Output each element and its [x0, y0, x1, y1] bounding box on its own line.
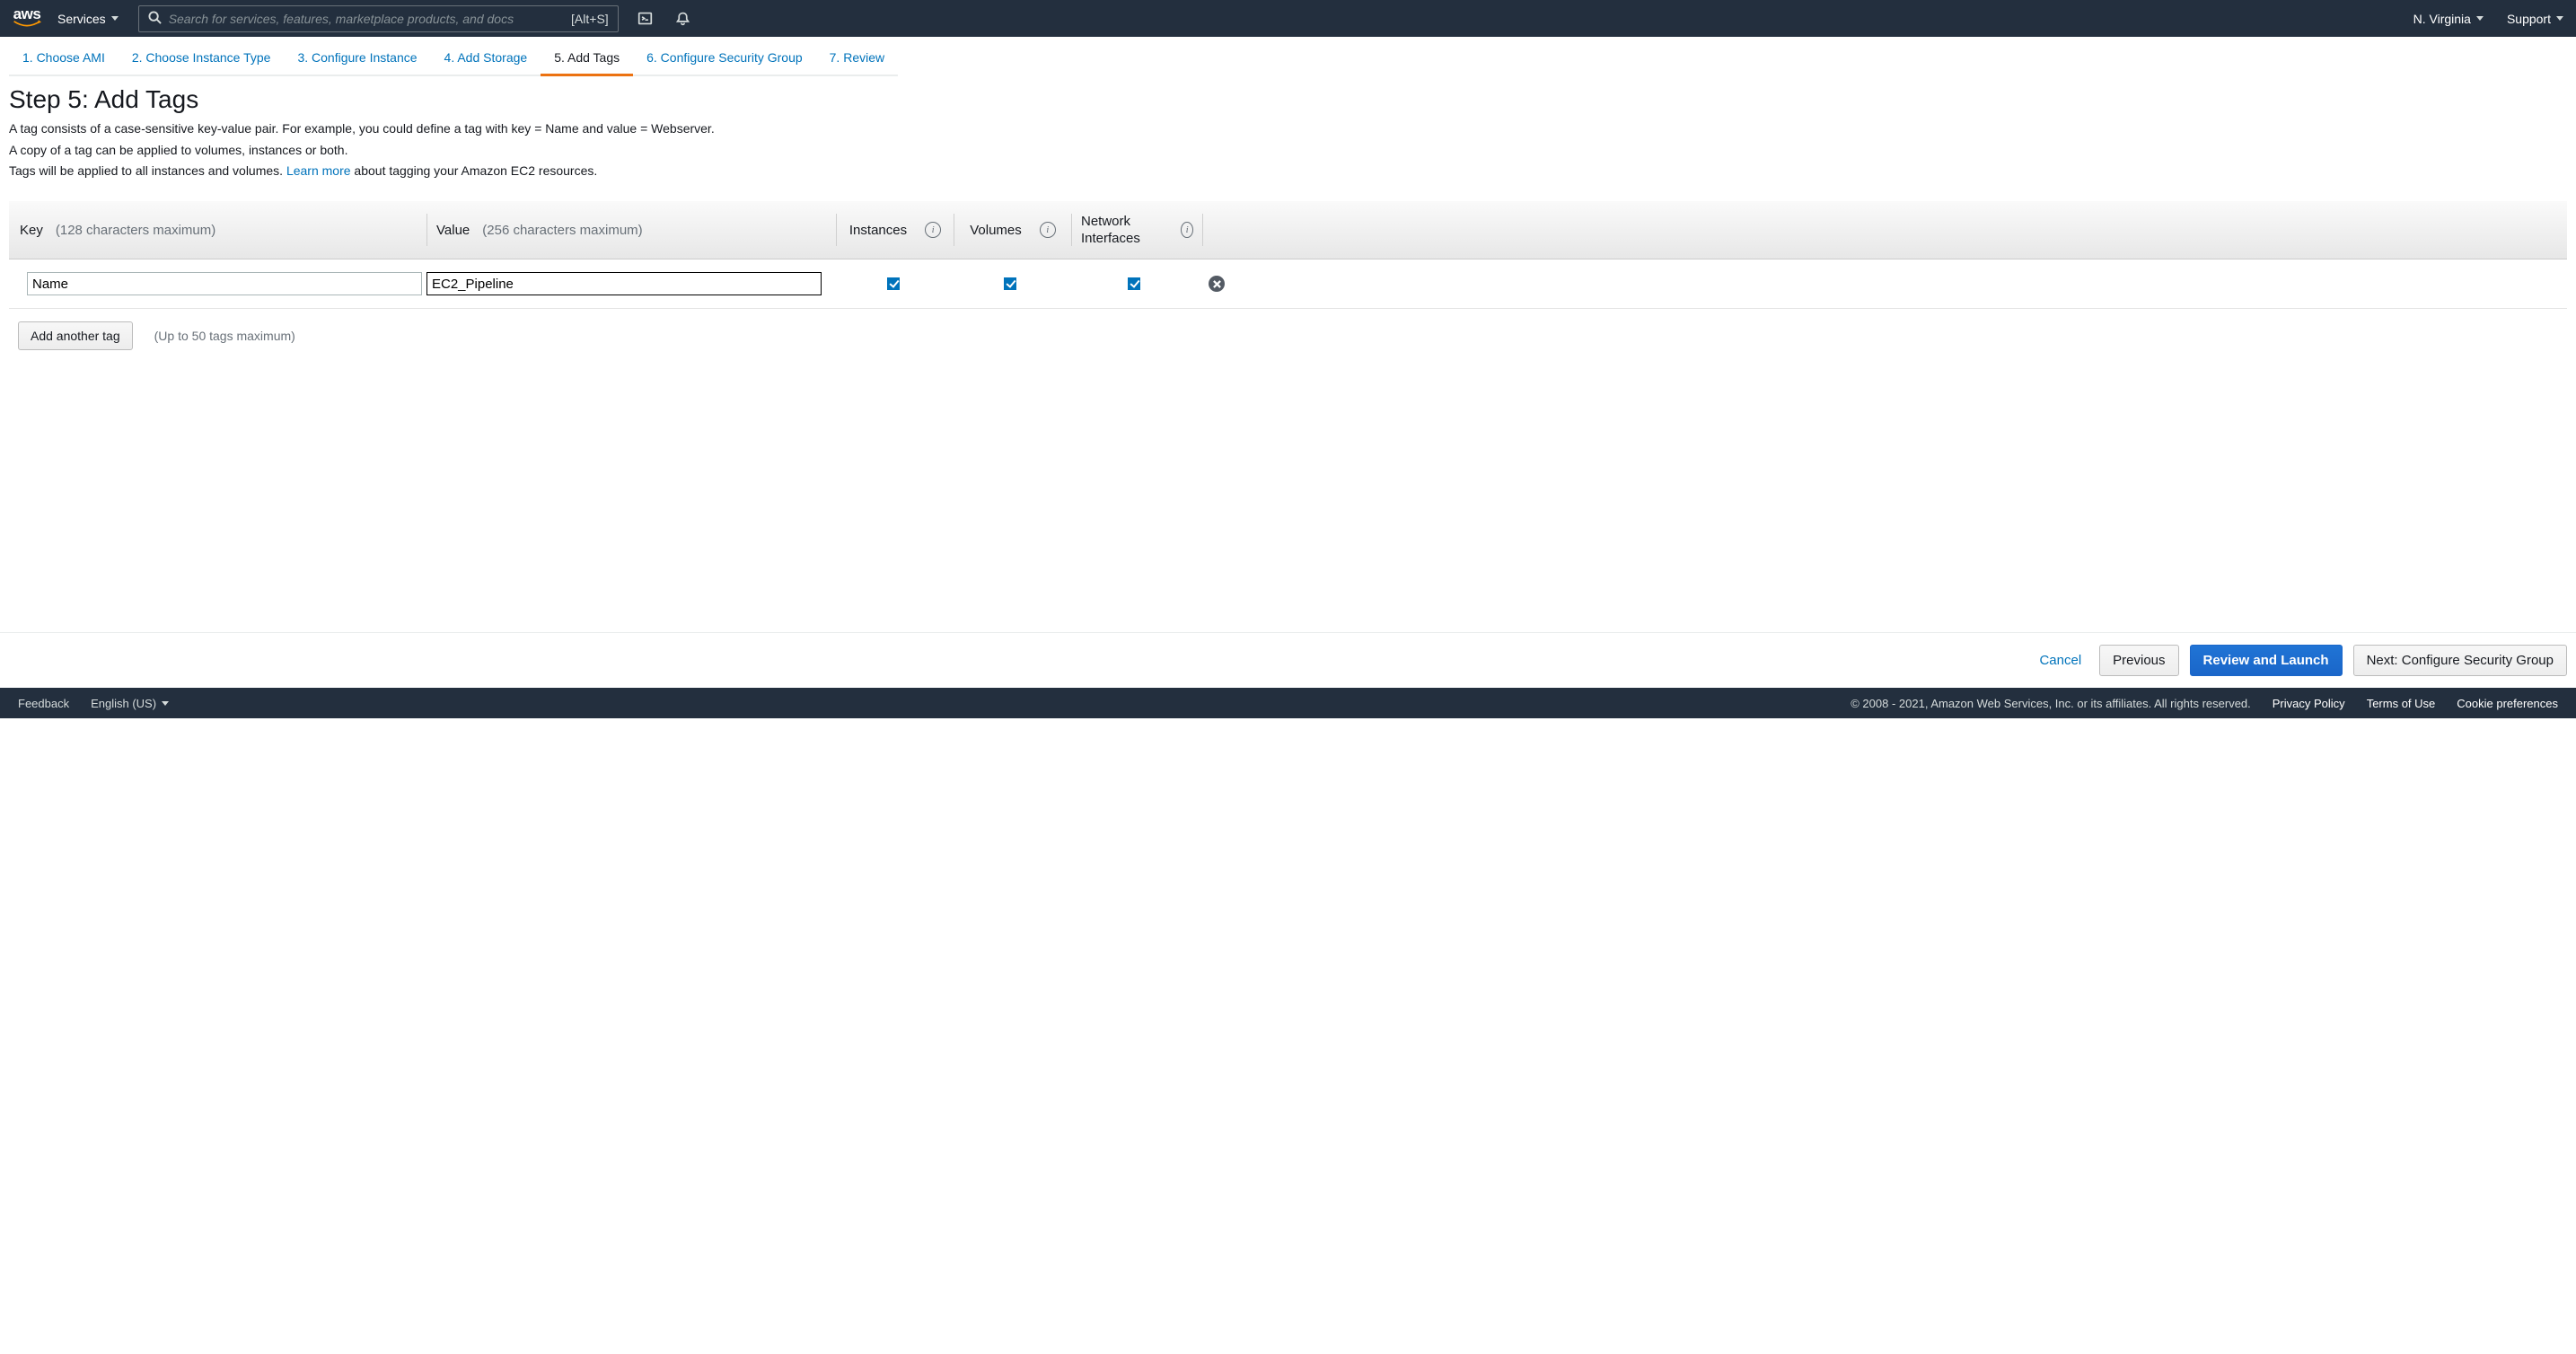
col-instances-label: Instances: [849, 223, 907, 238]
global-search[interactable]: [Alt+S]: [138, 5, 619, 32]
wizard-footer-buttons: Cancel Previous Review and Launch Next: …: [0, 632, 2576, 688]
caret-down-icon: [162, 701, 169, 706]
tag-row: [9, 259, 2567, 309]
col-network-label: Network Interfaces: [1081, 213, 1163, 248]
caret-down-icon: [2476, 16, 2484, 21]
learn-more-link[interactable]: Learn more: [286, 163, 351, 178]
desc-line-2: A copy of a tag can be applied to volume…: [9, 141, 2567, 161]
wizard-step-add-tags[interactable]: 5. Add Tags: [541, 40, 633, 76]
language-selector[interactable]: English (US): [91, 697, 169, 710]
delete-tag-button[interactable]: [1209, 276, 1225, 292]
col-network-interfaces: Network Interfaces i: [1072, 201, 1202, 259]
col-key-hint: (128 characters maximum): [56, 223, 215, 238]
aws-logo-smile-icon: [13, 20, 41, 29]
search-shortcut-hint: [Alt+S]: [571, 12, 609, 26]
cookie-preferences-link[interactable]: Cookie preferences: [2457, 697, 2558, 710]
tag-key-input[interactable]: [27, 272, 422, 295]
wizard-step-choose-ami[interactable]: 1. Choose AMI: [9, 40, 119, 76]
support-label: Support: [2507, 12, 2551, 26]
tag-volumes-checkbox[interactable]: [1004, 277, 1016, 290]
col-key: Key (128 characters maximum): [9, 201, 426, 259]
col-volumes: Volumes i: [954, 201, 1071, 259]
previous-button[interactable]: Previous: [2099, 645, 2178, 676]
info-icon[interactable]: i: [925, 222, 941, 238]
info-icon[interactable]: i: [1040, 222, 1056, 238]
tag-instances-checkbox[interactable]: [887, 277, 900, 290]
col-value: Value (256 characters maximum): [427, 201, 836, 259]
wizard-step-configure-instance[interactable]: 3. Configure Instance: [284, 40, 430, 76]
add-tag-hint: (Up to 50 tags maximum): [154, 329, 295, 343]
wizard-step-review[interactable]: 7. Review: [816, 40, 898, 76]
cloudshell-button[interactable]: [635, 8, 656, 30]
support-menu[interactable]: Support: [2507, 12, 2563, 26]
info-icon[interactable]: i: [1181, 222, 1193, 238]
wizard-step-choose-instance-type[interactable]: 2. Choose Instance Type: [119, 40, 285, 76]
region-label: N. Virginia: [2413, 12, 2471, 26]
language-label: English (US): [91, 697, 156, 710]
tags-table: Key (128 characters maximum) Value (256 …: [9, 201, 2567, 309]
desc-line-1: A tag consists of a case-sensitive key-v…: [9, 119, 2567, 139]
privacy-policy-link[interactable]: Privacy Policy: [2273, 697, 2345, 710]
services-menu[interactable]: Services: [57, 12, 119, 26]
review-and-launch-button[interactable]: Review and Launch: [2190, 645, 2343, 676]
tag-network-checkbox[interactable]: [1128, 277, 1140, 290]
desc-line-3b: about tagging your Amazon EC2 resources.: [351, 163, 598, 178]
top-navigation: aws Services [Alt+S] N. Virginia Support: [0, 0, 2576, 37]
col-key-label: Key: [20, 223, 43, 238]
desc-line-3: Tags will be applied to all instances an…: [9, 162, 2567, 181]
next-configure-security-group-button[interactable]: Next: Configure Security Group: [2353, 645, 2567, 676]
page-content: Step 5: Add Tags A tag consists of a cas…: [0, 76, 2576, 363]
services-label: Services: [57, 12, 106, 26]
caret-down-icon: [111, 16, 119, 21]
caret-down-icon: [2556, 16, 2563, 21]
page-description: A tag consists of a case-sensitive key-v…: [9, 119, 2567, 181]
search-input[interactable]: [169, 12, 564, 26]
col-value-hint: (256 characters maximum): [482, 223, 642, 238]
topnav-right: N. Virginia Support: [2413, 12, 2563, 26]
feedback-link[interactable]: Feedback: [18, 697, 69, 710]
copyright-text: © 2008 - 2021, Amazon Web Services, Inc.…: [1851, 697, 2251, 710]
add-another-tag-button[interactable]: Add another tag: [18, 321, 133, 350]
terms-of-use-link[interactable]: Terms of Use: [2367, 697, 2436, 710]
wizard-step-add-storage[interactable]: 4. Add Storage: [431, 40, 541, 76]
col-volumes-label: Volumes: [970, 223, 1022, 238]
wizard-steps: 1. Choose AMI 2. Choose Instance Type 3.…: [0, 40, 2576, 76]
col-value-label: Value: [436, 223, 470, 238]
region-selector[interactable]: N. Virginia: [2413, 12, 2484, 26]
bottom-bar: Feedback English (US) © 2008 - 2021, Ama…: [0, 688, 2576, 718]
cancel-button[interactable]: Cancel: [2032, 647, 2088, 673]
page-title: Step 5: Add Tags: [9, 85, 2567, 114]
add-tag-row: Add another tag (Up to 50 tags maximum): [9, 309, 2567, 363]
tag-value-input[interactable]: [426, 272, 822, 295]
col-instances: Instances i: [837, 201, 954, 259]
tags-table-header: Key (128 characters maximum) Value (256 …: [9, 201, 2567, 259]
search-icon: [148, 11, 162, 27]
wizard-step-security-group[interactable]: 6. Configure Security Group: [633, 40, 816, 76]
notifications-button[interactable]: [673, 8, 694, 30]
aws-logo[interactable]: aws: [13, 8, 41, 28]
desc-line-3a: Tags will be applied to all instances an…: [9, 163, 286, 178]
